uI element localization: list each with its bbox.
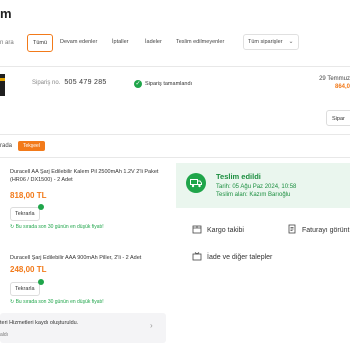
filter-all[interactable]: Tümü [27,34,54,52]
returns-requests-label: İade ve diğer talepler [207,253,273,261]
order-number-value: 505 479 285 [64,79,107,86]
delivery-receiver: Teslim alan: Kazım Barıoğlu [216,192,291,198]
search-hint[interactable]: n ara [0,40,14,46]
lowest-price-note: ↻ Bu sırada son 30 günün en düşük fiyatı… [10,299,104,305]
returns-requests-link[interactable]: İade ve diğer talepler [192,251,272,263]
order-number-label: Sipariş no. [32,80,61,86]
reorder-badge-icon [38,279,44,285]
chevron-right-icon: › [150,321,153,330]
page-title: m [0,6,12,21]
view-invoice-label: Faturayı görünt [302,226,350,234]
delivery-date: Tarih: 05 Ağu Paz 2024, 10:58 [216,184,297,190]
seller-badge: Tekşeel [18,141,45,151]
customer-service-notice[interactable] [0,313,166,343]
delivery-title: Teslim edildi [216,172,261,181]
order-number: Sipariş no. 505 479 285 [32,79,107,86]
view-invoice-link[interactable]: Faturayı görünt [287,224,349,236]
invoice-icon [287,224,297,236]
product-price: 818,00 TL [10,191,47,200]
package-icon [192,224,202,236]
filter-returns[interactable]: İadeler [145,34,162,50]
reorder-button[interactable]: Tekrarla [10,207,40,221]
chevron-down-icon: ⌄ [288,39,294,45]
order-status: ✓ Sipariş tamamlandı [134,80,192,88]
divider [0,66,350,67]
service-notice-text: teri Hizmetleri kaydı oluşturuldu. [0,320,79,326]
cargo-tracking-link[interactable]: Kargo takibi [192,224,244,236]
order-date: 29 Temmuz [319,76,350,82]
filter-ongoing[interactable]: Devam edenler [60,34,97,50]
filter-cancelled[interactable]: İptaller [112,34,129,50]
order-total: 864,0 [334,84,350,90]
return-box-icon [192,251,202,263]
divider [0,134,350,135]
filter-all-orders-select[interactable]: Tüm siparişler ⌄ [243,34,299,50]
order-status-text: Sipariş tamamlandı [145,81,193,87]
reorder-button[interactable]: Tekrarla [10,282,40,296]
order-details-button[interactable]: Sipar [326,110,350,126]
divider [0,157,350,158]
product-price: 248,00 TL [10,265,47,274]
seller-name: rada [0,143,13,149]
check-icon: ✓ [134,80,142,88]
lowest-price-note: ↻ Bu sırada son 30 günün en düşük fiyatı… [10,224,104,230]
filter-all-orders-label: Tüm siparişler [248,39,283,45]
product-thumbnail[interactable] [0,74,5,96]
cargo-tracking-label: Kargo takibi [207,226,244,234]
product-name[interactable]: Duracell Şarj Edilebilir AAA 900mAh Pill… [10,254,170,262]
service-notice-subtext: aldı [0,332,9,338]
truck-icon [186,173,206,193]
reorder-badge-icon [38,204,44,210]
filter-not-delivered[interactable]: Teslim edilmeyenler [176,34,224,50]
product-name[interactable]: Duracell AA Şarj Edilebilir Kalem Pil 25… [10,168,170,184]
